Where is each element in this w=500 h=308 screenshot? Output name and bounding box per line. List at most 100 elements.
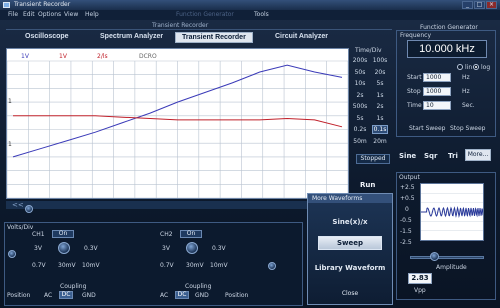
sinx-x-option[interactable]: Sine(x)/x (308, 218, 392, 226)
window-title: Transient Recorder (14, 1, 71, 8)
minimize-button[interactable]: _ (462, 1, 473, 9)
ch2-dc[interactable]: DC (175, 291, 189, 299)
ch2-position-label: Position (225, 292, 249, 299)
timediv-option[interactable]: 0.1s (372, 125, 388, 134)
start-sweep-button[interactable]: Start Sweep (409, 125, 445, 132)
legend-item: 1V (21, 53, 30, 60)
square-button[interactable]: Sqr (424, 152, 438, 160)
title-bar: Transient Recorder _ □ × (0, 0, 500, 10)
timediv-option[interactable]: 5s (372, 79, 388, 88)
ch2-07v[interactable]: 0.7V (160, 262, 174, 269)
plot-scrollbar[interactable]: << (6, 201, 349, 209)
close-button[interactable]: × (486, 1, 497, 9)
timediv-option[interactable]: 1s (372, 91, 388, 100)
frequency-display[interactable]: 10.000 kHz (407, 40, 487, 58)
timediv-option[interactable]: 0.2s (352, 125, 368, 134)
timediv-option[interactable]: 2s (352, 91, 368, 100)
ch1-03v[interactable]: 0.3V (84, 245, 98, 252)
ch1-ac[interactable]: AC (44, 292, 52, 299)
timediv-option[interactable]: 200s (352, 56, 368, 65)
ch1-10mv[interactable]: 10mV (82, 262, 100, 269)
ch2-ac[interactable]: AC (160, 292, 168, 299)
more-waveforms-button[interactable]: More... (465, 149, 491, 161)
timediv-option[interactable]: 20s (372, 68, 388, 77)
output-y-tick-4: -0.5 (400, 217, 412, 224)
menu-edit[interactable]: Edit (23, 11, 35, 18)
tab-oscilloscope[interactable]: Oscilloscope (25, 33, 69, 40)
menu-tools[interactable]: Tools (254, 11, 269, 18)
amplitude-slider-thumb[interactable] (430, 252, 439, 261)
time-label: Time (407, 102, 422, 109)
sweep-option[interactable]: Sweep (318, 236, 382, 250)
lin-label: lin (465, 64, 473, 71)
menu-function-generator[interactable]: Function Generator (176, 11, 234, 18)
ch1-coupling-label: Coupling (60, 283, 87, 290)
stop-sweep-button[interactable]: Stop Sweep (450, 125, 485, 132)
tab-circuit-analyzer[interactable]: Circuit Analyzer (275, 33, 328, 40)
scroll-thumb[interactable] (25, 205, 33, 213)
ch1-slider-thumb[interactable] (8, 250, 16, 258)
ch2-10mv[interactable]: 10mV (210, 262, 228, 269)
stopped-status[interactable]: Stopped (356, 154, 390, 164)
app-icon (3, 2, 10, 8)
run-button[interactable]: Run (360, 181, 375, 189)
divider (6, 29, 392, 30)
y-tick-1: 1 (8, 98, 12, 105)
timediv-option[interactable]: 2s (372, 102, 388, 111)
timediv-option[interactable]: 50m (352, 137, 368, 146)
ch2-3v[interactable]: 3V (162, 245, 170, 252)
timediv-option[interactable]: 10s (352, 79, 368, 88)
timediv-option[interactable]: 5s (352, 114, 368, 123)
ch1-position-label: Position (7, 292, 31, 299)
ch1-30mv[interactable]: 30mV (58, 262, 76, 269)
ch1-on-button[interactable]: On (52, 230, 74, 238)
menu-view[interactable]: View (64, 11, 78, 18)
lin-radio[interactable] (457, 64, 463, 70)
timediv-option[interactable]: 500s (352, 102, 368, 111)
ch1-gnd[interactable]: GND (82, 292, 96, 299)
ch2-gnd[interactable]: GND (195, 292, 209, 299)
legend-item: 2/ls (97, 53, 108, 60)
output-y-tick-5: -1.5 (400, 228, 412, 235)
ch1-label: CH1 (32, 231, 45, 238)
ch1-07v[interactable]: 0.7V (32, 262, 46, 269)
scroll-left-button[interactable]: << (12, 201, 24, 209)
dialog-title: More Waveforms (308, 194, 392, 203)
menu-options[interactable]: Options (38, 11, 61, 18)
ch2-slider-thumb[interactable] (268, 262, 276, 270)
ch2-label: CH2 (160, 231, 173, 238)
ch1-volts-knob[interactable] (58, 242, 70, 254)
ch1-dc[interactable]: DC (59, 291, 73, 299)
ch2-volts-knob[interactable] (186, 242, 198, 254)
timediv-title: Time/Div (355, 47, 382, 54)
stop-input[interactable]: 1000 (423, 87, 451, 96)
output-canvas (421, 193, 484, 231)
ch2-03v[interactable]: 0.3V (212, 245, 226, 252)
dialog-close-button[interactable]: Close (308, 290, 392, 297)
menu-help[interactable]: Help (85, 11, 99, 18)
timediv-option[interactable]: 50s (352, 68, 368, 77)
time-input[interactable]: 10 (423, 101, 451, 110)
output-y-tick-2: +0.5 (400, 195, 415, 202)
amplitude-slider[interactable] (410, 256, 484, 259)
time-unit: Sec. (462, 102, 475, 109)
library-waveform-option[interactable]: Library Waveform (308, 264, 392, 272)
amplitude-value[interactable]: 2.83 (408, 273, 432, 284)
log-radio[interactable] (473, 64, 479, 70)
start-input[interactable]: 1000 (423, 73, 451, 82)
tab-transient-recorder[interactable]: Transient Recorder (175, 32, 253, 43)
timediv-option[interactable]: 1s (372, 114, 388, 123)
start-label: Start (407, 74, 422, 81)
timediv-option[interactable]: 100s (372, 56, 388, 65)
recorder-plot[interactable]: 1V 1V 2/ls DCRO (6, 48, 349, 199)
ch2-on-button[interactable]: On (180, 230, 202, 238)
sine-button[interactable]: Sine (399, 152, 416, 160)
triangle-button[interactable]: Tri (448, 152, 458, 160)
menu-file[interactable]: File (8, 11, 18, 18)
ch2-30mv[interactable]: 30mV (186, 262, 204, 269)
tab-spectrum-analyzer[interactable]: Spectrum Analyzer (100, 33, 163, 40)
maximize-button[interactable]: □ (474, 1, 485, 9)
timediv-option[interactable]: 20m (372, 137, 388, 146)
ch1-3v[interactable]: 3V (34, 245, 42, 252)
amplitude-label: Amplitude (436, 264, 467, 271)
